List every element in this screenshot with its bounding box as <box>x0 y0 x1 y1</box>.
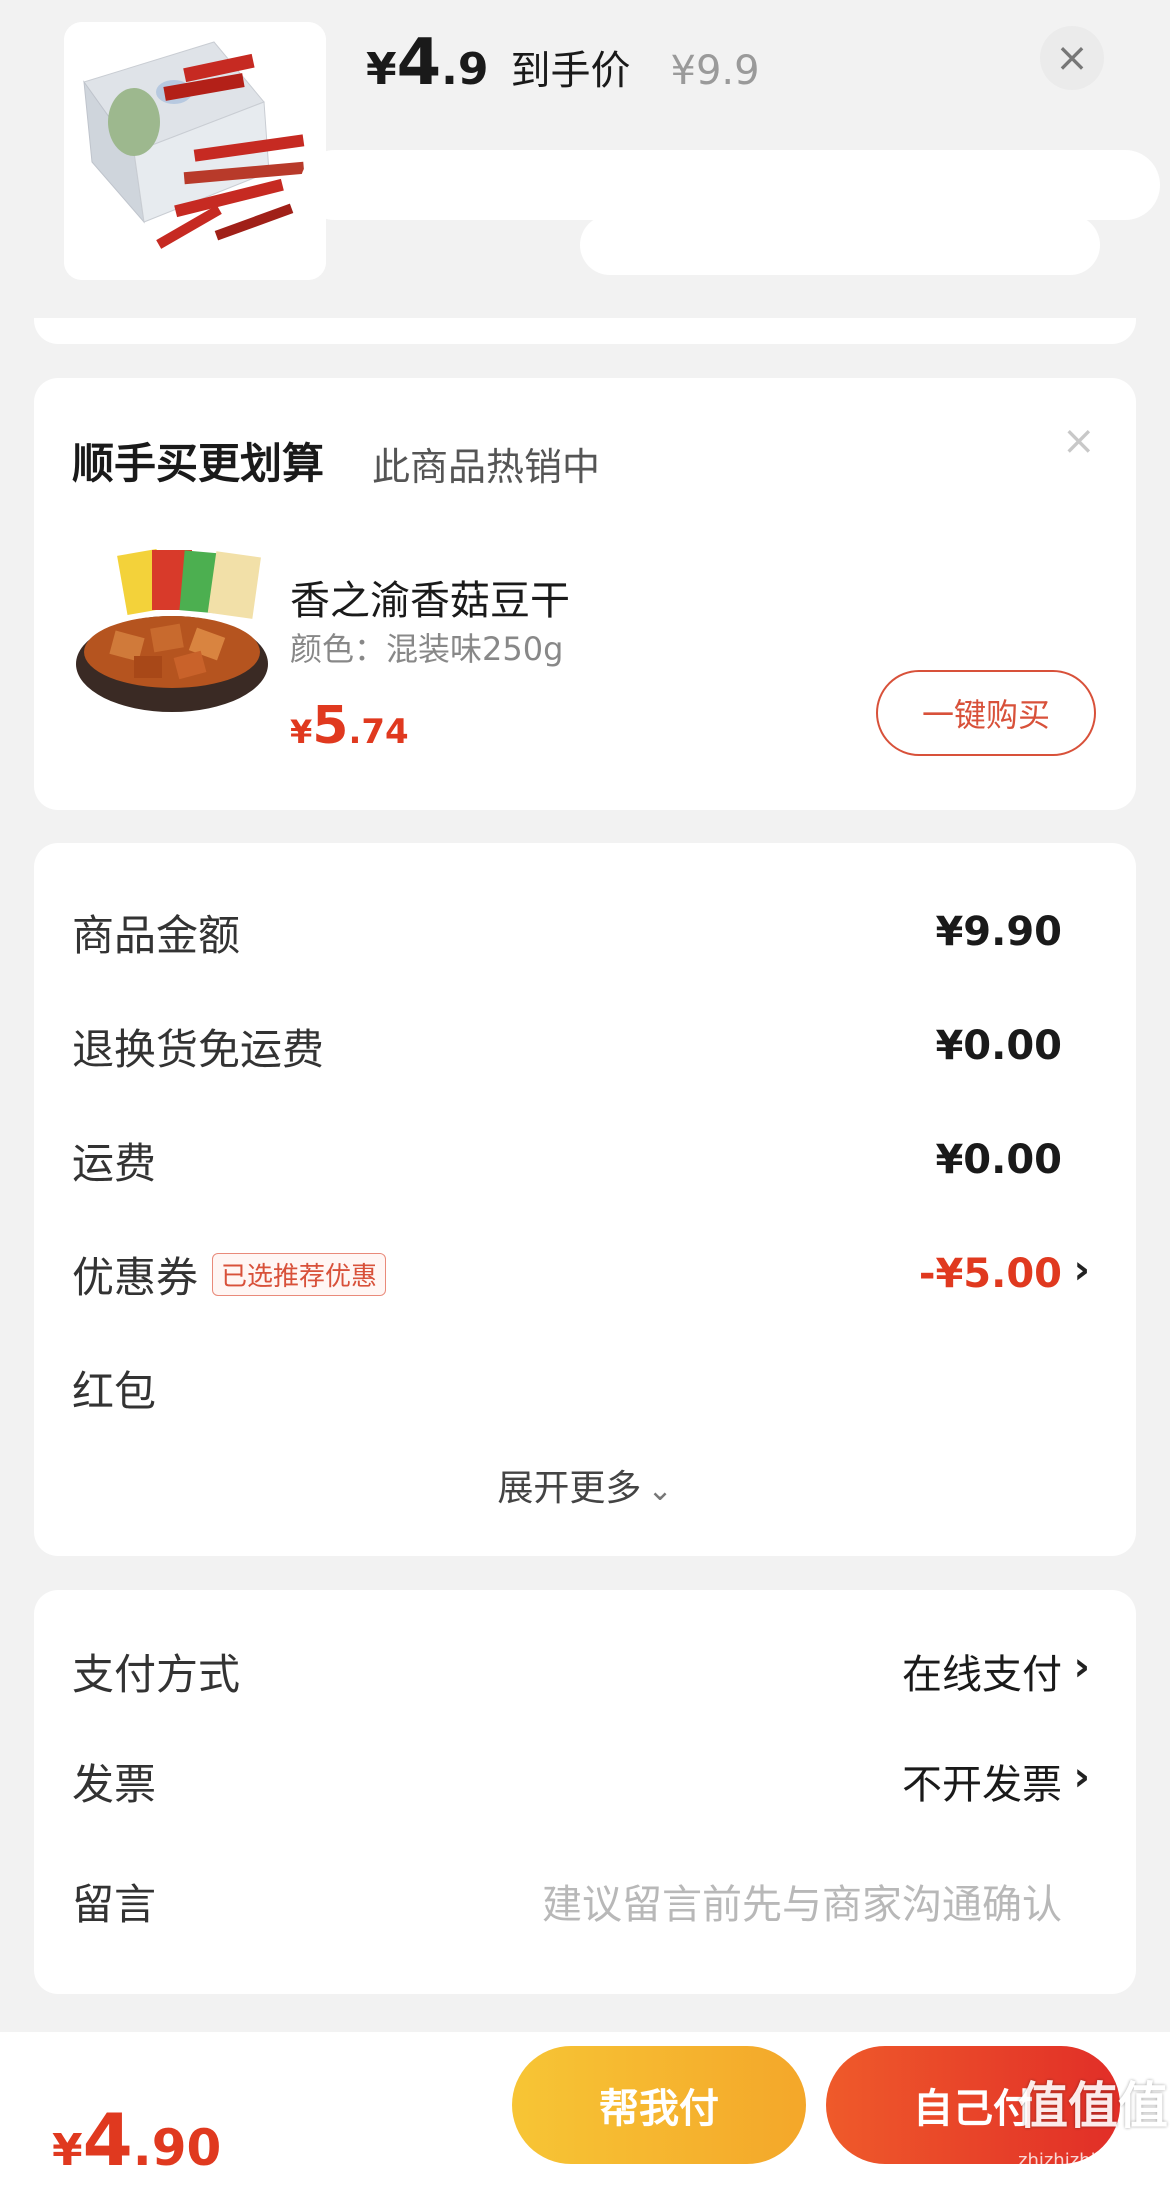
watermark-url: zhizhizhi.com <box>1018 2150 1140 2171</box>
coupon-badge: 已选推荐优惠 <box>212 1252 387 1296</box>
checkout-bar: ¥ 4 .90 帮我付 自己付 <box>0 2032 1170 2188</box>
summary-row-shipping: 运费 ¥0.00 <box>72 1125 1062 1195</box>
summary-row-value: ¥0.00 <box>935 1137 1062 1183</box>
header-price-tag: 到手价 <box>510 48 631 94</box>
invoice-value: 不开发票 <box>902 1762 1062 1808</box>
close-icon[interactable]: × <box>1040 26 1104 90</box>
summary-row-label: 商品金额 <box>72 910 241 960</box>
summary-row-value: ¥9.90 <box>935 909 1062 955</box>
expand-more-button[interactable]: 展开更多 ⌄ <box>34 1459 1136 1511</box>
redacted-area <box>300 150 1160 220</box>
chevron-down-icon: ⌄ <box>647 1473 673 1508</box>
note-row[interactable]: 留言 建议留言前先与商家沟通确认 <box>72 1866 1062 1936</box>
summary-row-return-shipping: 退换货免运费 ¥0.00 <box>72 1011 1062 1081</box>
summary-row-label: 退换货免运费 <box>72 1024 325 1074</box>
payment-method-row[interactable]: 支付方式 在线支付 <box>72 1636 1062 1706</box>
recommendation-price-currency: ¥ <box>290 713 313 751</box>
chevron-right-icon[interactable]: › <box>1074 1754 1090 1800</box>
one-click-buy-button[interactable]: 一键购买 <box>876 670 1096 756</box>
help-me-pay-button[interactable]: 帮我付 <box>512 2046 806 2164</box>
chevron-right-icon[interactable]: › <box>1074 1644 1090 1690</box>
order-summary-card: 商品金额 ¥9.90 退换货免运费 ¥0.00 运费 ¥0.00 优惠券 已选推… <box>34 843 1136 1556</box>
watermark-logo: 值值值 <box>1018 2077 1168 2135</box>
recommendation-price-decimal: .74 <box>348 712 409 752</box>
note-input[interactable]: 建议留言前先与商家沟通确认 <box>542 1872 1062 1930</box>
header-price-currency: ¥ <box>366 44 397 95</box>
summary-row-red-packet[interactable]: 红包 <box>72 1353 1062 1423</box>
header-price-integer: 4 <box>396 26 442 100</box>
product-image <box>64 22 326 280</box>
recommendation-product-image <box>72 544 272 724</box>
summary-row-label: 优惠券 <box>72 1252 199 1302</box>
header-price-decimal: .9 <box>441 44 489 95</box>
redacted-area <box>580 215 1100 275</box>
recommendation-product-name: 香之渝香菇豆干 <box>290 578 570 624</box>
invoice-label: 发票 <box>72 1759 157 1809</box>
recommendation-price: ¥ 5 .74 <box>290 696 409 756</box>
header-price: ¥ 4 .9 到手价 ¥9.9 <box>366 26 760 100</box>
expand-more-label: 展开更多 <box>497 1468 642 1509</box>
summary-row-value: ¥0.00 <box>935 1023 1062 1069</box>
recommendation-title: 顺手买更划算 <box>72 439 325 488</box>
total-price: ¥ 4 .90 <box>52 2098 221 2182</box>
summary-row-label: 运费 <box>72 1138 157 1188</box>
invoice-row[interactable]: 发票 不开发票 <box>72 1746 1062 1816</box>
recommendation-subtitle: 此商品热销中 <box>372 445 601 489</box>
product-header: ¥ 4 .9 到手价 ¥9.9 × <box>0 0 1170 350</box>
coupon-value: -¥5.00 <box>918 1251 1062 1297</box>
summary-row-goods-amount: 商品金额 ¥9.90 <box>72 897 1062 967</box>
summary-row-label: 红包 <box>72 1366 157 1416</box>
recommendation-price-integer: 5 <box>312 696 349 756</box>
chevron-right-icon[interactable]: › <box>1074 1247 1090 1293</box>
payment-card: 支付方式 在线支付 › 发票 不开发票 › 留言 建议留言前先与商家沟通确认 <box>34 1590 1136 1994</box>
payment-method-label: 支付方式 <box>72 1649 241 1699</box>
payment-method-value: 在线支付 <box>902 1652 1062 1698</box>
total-price-decimal: .90 <box>132 2119 222 2177</box>
total-price-integer: 4 <box>82 2098 133 2182</box>
header-original-price: ¥9.9 <box>670 48 760 94</box>
recommendation-product-spec: 颜色：混装味250g <box>290 630 564 668</box>
card-edge <box>34 318 1136 344</box>
total-price-currency: ¥ <box>52 2125 83 2176</box>
summary-row-coupon[interactable]: 优惠券 已选推荐优惠 -¥5.00 <box>72 1239 1062 1309</box>
close-icon[interactable]: × <box>1062 418 1096 464</box>
recommendation-card: 顺手买更划算 此商品热销中 × 香之渝香菇豆干 颜色：混装味250g ¥ 5 .… <box>34 378 1136 810</box>
note-label: 留言 <box>72 1879 157 1929</box>
